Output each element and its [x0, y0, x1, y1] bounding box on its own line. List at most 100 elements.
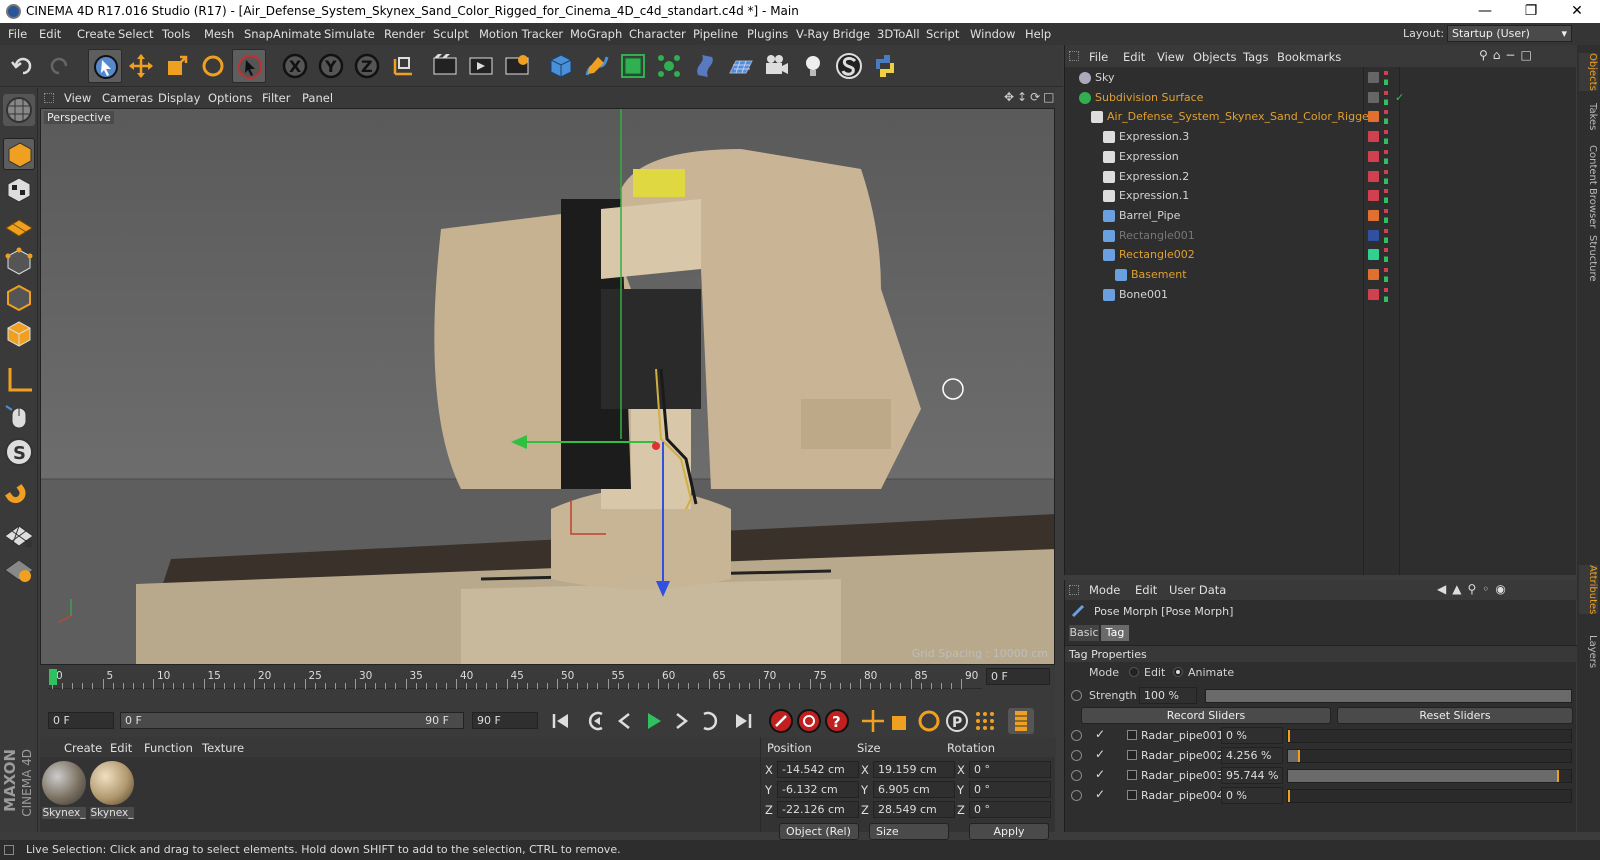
slider-expand-icon[interactable]: [1127, 790, 1137, 800]
strength-animate-icon[interactable]: [1071, 690, 1082, 701]
menu-sculpt[interactable]: Sculpt: [433, 27, 469, 41]
start-frame-field[interactable]: 0 F: [48, 712, 114, 729]
size-x-field[interactable]: 19.159 cm: [873, 761, 955, 778]
minimize-button[interactable]: —: [1462, 0, 1508, 23]
redo-button[interactable]: [42, 49, 76, 83]
rotation-x-field[interactable]: 0 °: [969, 761, 1051, 778]
material-ball-1[interactable]: [42, 761, 86, 805]
object-name[interactable]: Rectangle001: [1119, 226, 1195, 246]
slider-enabled-checkbox[interactable]: ✓: [1095, 727, 1105, 741]
object-name[interactable]: Bone001: [1119, 285, 1168, 305]
object-manager-search-icons[interactable]: ⚲⌂−□: [1479, 48, 1574, 64]
object-row[interactable]: Sky: [1065, 68, 1577, 88]
viewport-nav-icons[interactable]: ✥↕⟳□: [1004, 90, 1056, 106]
object-row[interactable]: Bone001: [1065, 285, 1577, 305]
tab-tag[interactable]: Tag: [1101, 625, 1129, 641]
material-menu-edit[interactable]: Edit: [110, 741, 132, 755]
end-frame-field[interactable]: 90 F: [472, 712, 538, 729]
texture-mode-icon[interactable]: [3, 174, 35, 206]
morph-slider-value-field[interactable]: 0 %: [1221, 787, 1283, 804]
visibility-dots[interactable]: [1384, 287, 1388, 302]
material-menu-create[interactable]: Create: [64, 741, 102, 755]
object-name[interactable]: Sky: [1095, 68, 1114, 88]
rotation-key-icon[interactable]: [916, 708, 942, 734]
spline-pen-button[interactable]: [580, 49, 614, 83]
material-ball-2[interactable]: [90, 761, 134, 805]
magnet-icon[interactable]: [3, 482, 35, 514]
object-row[interactable]: Basement: [1065, 265, 1577, 285]
visibility-dots[interactable]: [1384, 149, 1388, 164]
menu-tools[interactable]: Tools: [162, 27, 190, 41]
tweak-mode-icon[interactable]: [3, 400, 35, 432]
morph-slider-track[interactable]: [1287, 789, 1572, 803]
object-menu-file[interactable]: File: [1089, 50, 1108, 64]
move-tool-button[interactable]: [124, 49, 158, 83]
material-label-2[interactable]: Skynex_: [90, 807, 134, 819]
play-icon[interactable]: [640, 708, 666, 734]
go-to-end-icon[interactable]: [730, 708, 756, 734]
scale-key-icon[interactable]: [888, 708, 914, 734]
undo-button[interactable]: [6, 49, 40, 83]
mograph-cloner-button[interactable]: [652, 49, 686, 83]
position-x-field[interactable]: -14.542 cm: [777, 761, 859, 778]
visibility-dots[interactable]: [1384, 169, 1388, 184]
object-color-swatch[interactable]: [1368, 91, 1379, 103]
object-name[interactable]: Subdivision Surface: [1095, 88, 1203, 108]
mode-edit-radio[interactable]: [1129, 667, 1139, 677]
slider-enabled-checkbox[interactable]: ✓: [1095, 767, 1105, 781]
menu-edit[interactable]: Edit: [39, 27, 61, 41]
viewport-menu-panel[interactable]: Panel: [302, 91, 333, 105]
morph-slider-track[interactable]: [1287, 729, 1572, 743]
edges-mode-icon[interactable]: [3, 282, 35, 314]
size-z-field[interactable]: 28.549 cm: [873, 801, 955, 818]
timeline[interactable]: 0 5 10 15 20 25 30 35 40 45 50 55 60 65 70 75 80 85 90 0 F: [40, 665, 1055, 705]
visibility-dots[interactable]: [1384, 90, 1388, 105]
size-mode-dropdown[interactable]: Size: [869, 823, 949, 840]
visibility-dots[interactable]: [1384, 189, 1388, 204]
menu-snap[interactable]: Snap: [244, 27, 273, 41]
side-tab-objects[interactable]: Objects: [1579, 53, 1598, 91]
morph-slider-value-field[interactable]: 4.256 %: [1221, 747, 1283, 764]
object-color-swatch[interactable]: [1368, 111, 1379, 123]
object-row[interactable]: Expression.3: [1065, 127, 1577, 147]
points-mode-icon[interactable]: [3, 246, 35, 278]
object-color-swatch[interactable]: [1368, 209, 1379, 221]
menu-v-ray-bridge[interactable]: V-Ray Bridge: [796, 27, 870, 41]
reset-sliders-button[interactable]: Reset Sliders: [1337, 707, 1573, 724]
object-row[interactable]: Air_Defense_System_Skynex_Sand_Color_Rig…: [1065, 107, 1577, 127]
object-menu-edit[interactable]: Edit: [1123, 50, 1145, 64]
viewport-scene[interactable]: [41, 109, 1055, 665]
record-sliders-button[interactable]: Record Sliders: [1081, 707, 1331, 724]
menu-window[interactable]: Window: [970, 27, 1015, 41]
menu-render[interactable]: Render: [384, 27, 425, 41]
slider-enabled-checkbox[interactable]: ✓: [1095, 787, 1105, 801]
coordinate-system-button[interactable]: [386, 49, 420, 83]
go-to-start-icon[interactable]: [548, 708, 574, 734]
object-color-swatch[interactable]: [1368, 170, 1379, 182]
axis-mode-icon[interactable]: [3, 364, 35, 396]
strength-slider[interactable]: [1205, 689, 1572, 703]
side-tab-structure[interactable]: Structure: [1579, 235, 1598, 282]
frame-range-slider[interactable]: 0 F 90 F: [120, 712, 464, 729]
next-frame-icon[interactable]: [668, 708, 694, 734]
workplane-mode-icon[interactable]: [3, 210, 35, 242]
deformer-button[interactable]: [688, 49, 722, 83]
menu-help[interactable]: Help: [1025, 27, 1051, 41]
slider-enabled-checkbox[interactable]: ✓: [1095, 747, 1105, 761]
object-menu-tags[interactable]: Tags: [1243, 50, 1268, 64]
camera-object-button[interactable]: [760, 49, 794, 83]
record-active-objects-icon[interactable]: [768, 708, 794, 734]
tab-basic[interactable]: Basic: [1069, 625, 1099, 641]
menu-script[interactable]: Script: [926, 27, 959, 41]
rotate-tool-button[interactable]: [196, 49, 230, 83]
side-tab-takes[interactable]: Takes: [1579, 103, 1598, 130]
next-key-icon[interactable]: [696, 708, 722, 734]
object-name[interactable]: Basement: [1131, 265, 1187, 285]
viewport-menu-filter[interactable]: Filter: [262, 91, 290, 105]
slider-animate-icon[interactable]: [1071, 750, 1082, 761]
attributes-menu-mode[interactable]: Mode: [1089, 583, 1120, 597]
size-y-field[interactable]: 6.905 cm: [873, 781, 955, 798]
object-name[interactable]: Expression: [1119, 147, 1179, 167]
strength-field[interactable]: 100 %: [1139, 687, 1197, 704]
script-manager-button[interactable]: [832, 49, 866, 83]
